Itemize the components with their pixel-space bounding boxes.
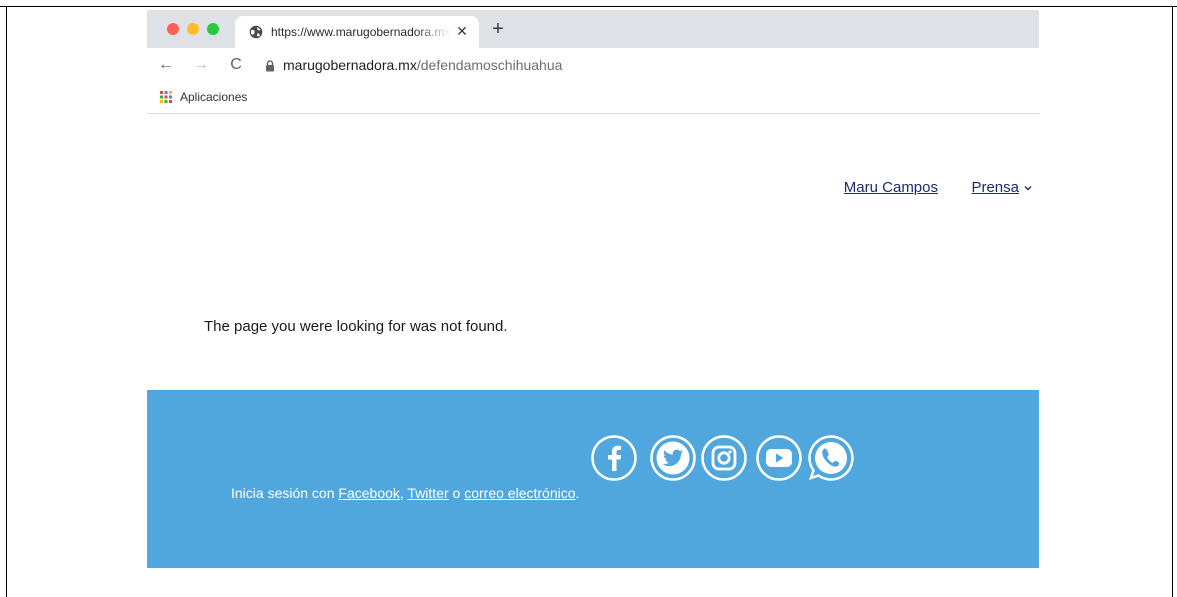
login-twitter-link[interactable]: Twitter xyxy=(407,485,448,501)
forward-button[interactable]: → xyxy=(190,54,212,76)
not-found-message: The page you were looking for was not fo… xyxy=(204,318,508,335)
frame-border-top xyxy=(0,6,1177,7)
nav-link-maru-campos[interactable]: Maru Campos xyxy=(844,179,938,196)
bookmark-apps[interactable]: Aplicaciones xyxy=(180,90,247,104)
youtube-icon[interactable] xyxy=(755,434,803,482)
whatsapp-icon[interactable] xyxy=(807,434,855,482)
site-navigation: Maru Campos Prensa xyxy=(147,179,1039,199)
tab-bar: https://www.marugobernadora.mx/defendamo… xyxy=(147,10,1039,48)
back-button[interactable]: ← xyxy=(155,54,177,76)
instagram-icon[interactable] xyxy=(700,434,748,482)
url-path: /defendamoschihuahua xyxy=(416,57,563,73)
facebook-icon[interactable] xyxy=(590,434,638,482)
apps-grid-icon[interactable] xyxy=(160,91,172,103)
minimize-window-button[interactable] xyxy=(187,23,199,35)
login-text: Inicia sesión con Facebook, Twitter o co… xyxy=(231,485,579,501)
lock-icon[interactable] xyxy=(265,60,275,72)
login-or: o xyxy=(448,485,465,501)
login-facebook-link[interactable]: Facebook xyxy=(338,485,399,501)
frame-border-left xyxy=(6,6,7,597)
nav-link-prensa[interactable]: Prensa xyxy=(971,179,1019,196)
login-prefix: Inicia sesión con xyxy=(231,485,339,501)
reload-button[interactable]: C xyxy=(225,54,247,76)
bookmarks-bar: Aplicaciones xyxy=(147,82,1039,114)
login-end: . xyxy=(575,485,580,501)
maximize-window-button[interactable] xyxy=(207,23,219,35)
tab-close-icon[interactable]: ✕ xyxy=(453,22,471,40)
url-host: marugobernadora.mx xyxy=(283,57,417,73)
twitter-icon[interactable] xyxy=(649,434,697,482)
new-tab-button[interactable]: + xyxy=(487,18,509,40)
tab-title: https://www.marugobernadora.mx/defendamo… xyxy=(271,25,451,39)
globe-icon xyxy=(249,25,263,39)
browser-window: https://www.marugobernadora.mx/defendamo… xyxy=(147,10,1039,568)
frame-border-right xyxy=(1172,6,1173,597)
browser-tab[interactable]: https://www.marugobernadora.mx/defendamo… xyxy=(235,16,479,48)
close-window-button[interactable] xyxy=(167,23,179,35)
site-footer: Inicia sesión con Facebook, Twitter o co… xyxy=(147,390,1039,568)
address-bar[interactable]: marugobernadora.mx/defendamoschihuahua xyxy=(283,57,562,73)
browser-toolbar: ← → C marugobernadora.mx/defendamoschihu… xyxy=(147,48,1039,82)
chevron-down-icon[interactable] xyxy=(1023,183,1033,193)
login-email-link[interactable]: correo electrónico xyxy=(464,485,575,501)
